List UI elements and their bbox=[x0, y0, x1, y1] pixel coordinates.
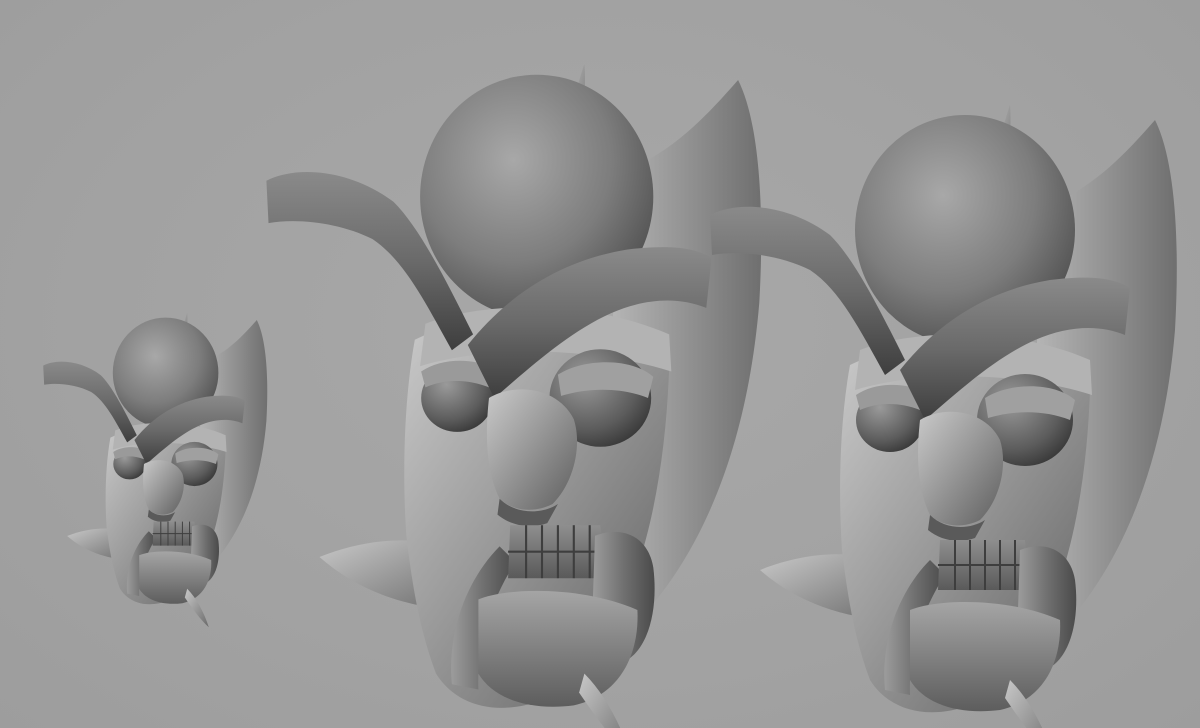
large-demon-mask[interactable] bbox=[265, 63, 763, 728]
small-demon-mask[interactable] bbox=[42, 312, 268, 628]
sculpt-viewport[interactable] bbox=[0, 0, 1200, 728]
sculpt-scene bbox=[42, 63, 1178, 728]
detailed-demon-mask[interactable] bbox=[709, 104, 1178, 728]
